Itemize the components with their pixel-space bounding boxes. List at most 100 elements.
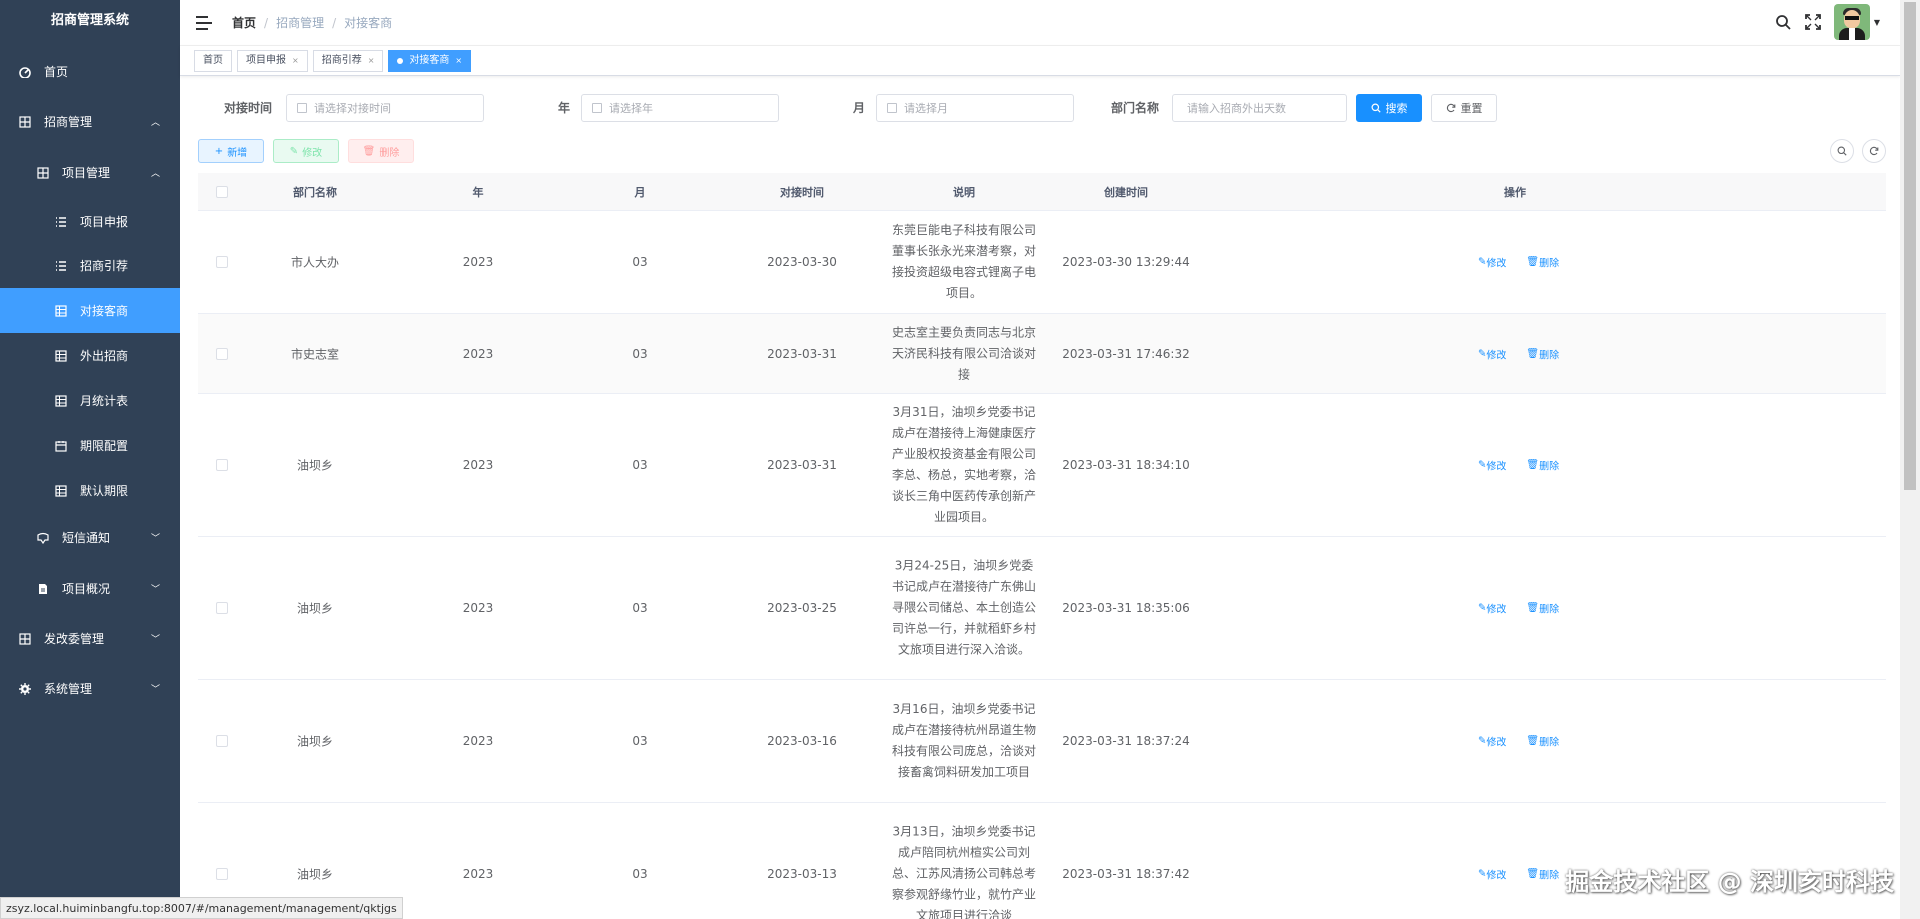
page-scrollbar[interactable]	[1900, 0, 1920, 919]
refresh-icon	[1446, 103, 1455, 113]
pencil-icon: ✎	[289, 145, 299, 157]
sidebar-item-label: 期限配置	[80, 439, 129, 453]
label-docking-time: 对接时间	[224, 101, 273, 115]
tag-investment-referral[interactable]: 招商引荐 ×	[312, 49, 384, 72]
row-delete-link[interactable]: 🗑 删除	[1526, 867, 1569, 882]
watermark: 掘金技术社区 @ 深圳亥时科技	[1565, 868, 1894, 896]
sidebar-item-label: 招商引荐	[80, 259, 129, 273]
tag-project-declaration[interactable]: 项目申报 ×	[237, 49, 308, 72]
column-docking-time: 对接时间	[780, 185, 824, 199]
select-all-checkbox[interactable]	[216, 185, 228, 198]
table-icon	[54, 484, 68, 498]
sidebar-item-home[interactable]: 首页	[0, 49, 180, 94]
calendar-icon	[54, 439, 68, 453]
row-edit-link[interactable]: ✎ 修改	[1478, 867, 1516, 882]
sidebar-item-project-declaration[interactable]: 项目申报	[0, 199, 180, 244]
close-icon[interactable]: ×	[292, 51, 299, 71]
column-month: 月	[634, 185, 646, 199]
sidebar-item-label: 对接客商	[80, 304, 129, 318]
app-title: 招商管理系统	[50, 13, 129, 28]
row-edit-link[interactable]: ✎ 修改	[1478, 458, 1516, 473]
sidebar-item-system-management[interactable]: 系统管理 ﹀	[0, 666, 180, 711]
refresh-icon	[1869, 146, 1879, 156]
row-checkbox[interactable]	[216, 459, 228, 471]
sidebar-item-outbound-investment[interactable]: 外出招商	[0, 333, 180, 378]
chevron-down-icon: ﹀	[150, 685, 160, 695]
search-icon[interactable]	[1774, 13, 1792, 31]
sidebar-item-project-management[interactable]: 项目管理 ︿	[0, 150, 180, 195]
tags-view: 首页 项目申报 × 招商引荐 × 对接客商 ×	[180, 46, 1900, 76]
add-button[interactable]: + 新增	[198, 139, 264, 163]
scrollbar-thumb[interactable]	[1904, 2, 1916, 490]
breadcrumb-current: 对接客商	[344, 16, 393, 30]
row-checkbox[interactable]	[216, 602, 228, 614]
fullscreen-icon[interactable]	[1804, 13, 1822, 31]
row-delete-link[interactable]: 🗑 删除	[1526, 255, 1569, 270]
row-delete-link[interactable]: 🗑 删除	[1526, 601, 1569, 616]
department-input[interactable]: 请输入招商外出天数	[1172, 94, 1347, 122]
docking-time-picker[interactable]: 请选择对接时间	[286, 94, 484, 122]
label-year: 年	[558, 101, 571, 115]
row-delete-link[interactable]: 🗑 删除	[1526, 346, 1569, 361]
month-picker[interactable]: 请选择月	[876, 94, 1074, 122]
tag-home[interactable]: 首页	[194, 49, 232, 72]
breadcrumb-home[interactable]: 首页	[232, 14, 256, 31]
table-icon	[54, 349, 68, 363]
sidebar-item-investment[interactable]: 招商管理 ︿	[0, 99, 180, 144]
table-toolbar: + 新增 ✎ 修改 🗑 删除	[198, 139, 1888, 163]
row-delete-link[interactable]: 🗑 删除	[1526, 734, 1569, 749]
sidebar-item-project-overview[interactable]: 项目概况 ﹀	[0, 566, 180, 611]
sidebar-item-label: 月统计表	[80, 394, 129, 408]
column-description: 说明	[953, 185, 975, 199]
row-delete-link[interactable]: 🗑 删除	[1526, 458, 1569, 473]
sidebar-item-label: 默认期限	[80, 484, 129, 498]
status-url: zsyz.local.huiminbangfu.top:8007/#/manag…	[0, 897, 403, 919]
row-checkbox[interactable]	[216, 256, 228, 268]
sidebar-item-deadline-config[interactable]: 期限配置	[0, 423, 180, 468]
reset-button[interactable]: 重置	[1431, 94, 1497, 122]
document-icon	[36, 582, 50, 596]
column-actions: 操作	[1504, 185, 1526, 199]
label-month: 月	[853, 101, 866, 115]
chevron-down-icon: ﹀	[150, 585, 160, 595]
toggle-search-button[interactable]	[1830, 139, 1854, 163]
delete-button[interactable]: 🗑 删除	[348, 139, 414, 163]
close-icon[interactable]: ×	[455, 51, 462, 71]
row-checkbox[interactable]	[216, 347, 228, 360]
search-button[interactable]: 搜索	[1356, 94, 1422, 122]
list-icon	[54, 259, 68, 273]
hamburger-icon[interactable]	[196, 15, 212, 30]
breadcrumb-investment[interactable]: 招商管理	[276, 14, 324, 31]
row-edit-link[interactable]: ✎ 修改	[1478, 734, 1516, 749]
year-picker[interactable]: 请选择年	[581, 94, 779, 122]
sidebar-item-label: 项目申报	[80, 215, 129, 229]
sidebar-item-monthly-stats[interactable]: 月统计表	[0, 378, 180, 423]
sidebar-item-investment-referral[interactable]: 招商引荐	[0, 243, 180, 288]
sidebar-item-label: 项目管理	[62, 166, 111, 180]
row-checkbox[interactable]	[216, 868, 228, 880]
sidebar-item-label: 外出招商	[80, 349, 129, 363]
breadcrumb: 首页 / 招商管理 / 对接客商	[232, 14, 393, 31]
calendar-icon	[887, 103, 897, 113]
table-row: 油坝乡 2023 03 2023-03-25 3月24-25日，油坝乡党委书记成…	[198, 537, 1886, 680]
refresh-button[interactable]	[1862, 139, 1886, 163]
table-icon	[54, 394, 68, 408]
sidebar-item-label: 首页	[44, 65, 69, 79]
navbar: 首页 / 招商管理 / 对接客商 ▼	[180, 0, 1900, 46]
sidebar-item-sms-notice[interactable]: 短信通知 ﹀	[0, 515, 180, 560]
sidebar-item-label: 发改委管理	[44, 632, 105, 646]
sidebar-item-merchant-docking[interactable]: 对接客商	[0, 288, 180, 333]
avatar[interactable]	[1833, 4, 1870, 40]
row-edit-link[interactable]: ✎ 修改	[1478, 255, 1516, 270]
caret-down-icon[interactable]: ▼	[1874, 18, 1880, 27]
row-edit-link[interactable]: ✎ 修改	[1478, 601, 1516, 616]
grid-icon	[36, 166, 50, 180]
close-icon[interactable]: ×	[368, 51, 375, 71]
row-edit-link[interactable]: ✎ 修改	[1478, 346, 1516, 361]
column-year: 年	[472, 185, 484, 199]
row-checkbox[interactable]	[216, 735, 228, 747]
tag-merchant-docking[interactable]: 对接客商 ×	[388, 49, 472, 72]
sidebar-item-default-deadline[interactable]: 默认期限	[0, 468, 180, 513]
sidebar-item-ndrc-management[interactable]: 发改委管理 ﹀	[0, 616, 180, 661]
edit-button[interactable]: ✎ 修改	[273, 139, 339, 163]
